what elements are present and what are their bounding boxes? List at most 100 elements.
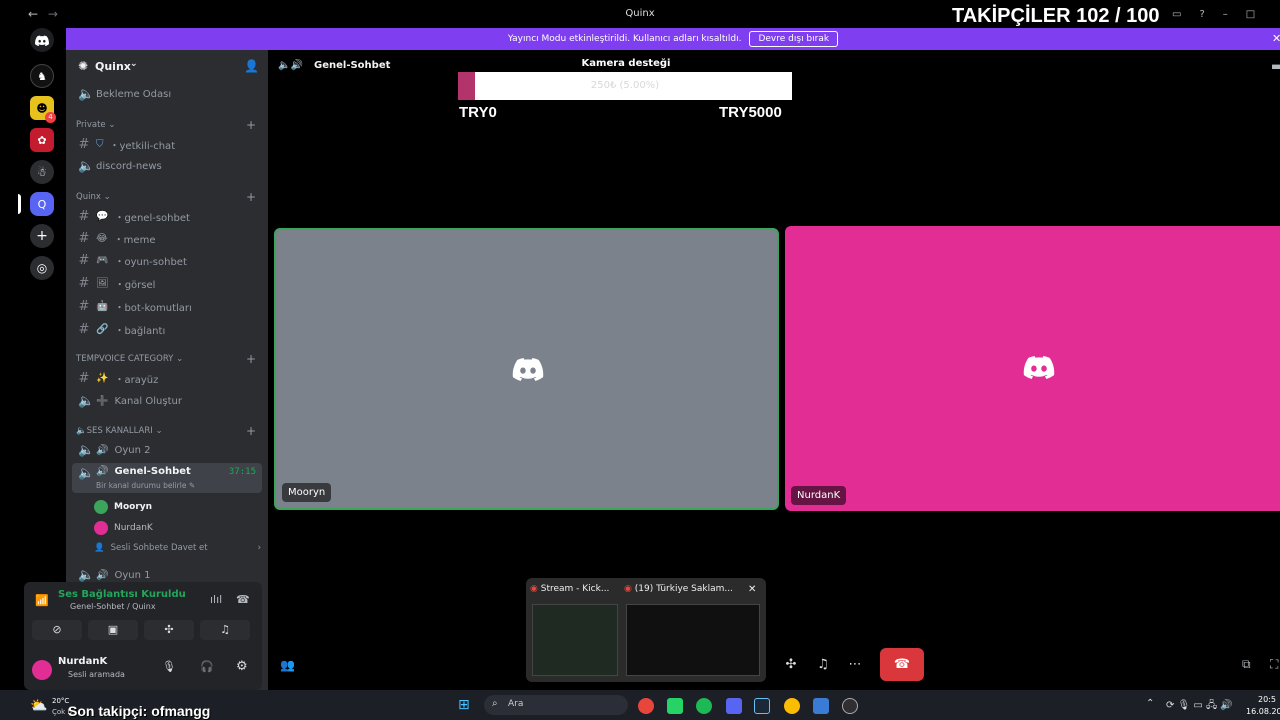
channel-oyun-2[interactable]: 🔈 🔊 Oyun 2 (72, 440, 262, 460)
channel-bot-komutlari[interactable]: # 🤖 ・bot-komutları (72, 296, 262, 316)
preview-tab-stream[interactable]: ◉ Stream - Kick... (530, 584, 622, 594)
channel-meme[interactable]: # 😂 ・meme (72, 228, 262, 248)
disconnect-icon[interactable]: ☎ (236, 593, 250, 606)
add-server-icon[interactable]: + (30, 224, 54, 248)
camera-off-button[interactable]: ⊘ (32, 620, 82, 640)
taskbar-search[interactable]: ⌕ Ara (484, 695, 628, 715)
server-icon-quinx[interactable]: Q (30, 192, 54, 216)
chrome-taskbar-icon-2[interactable] (784, 698, 800, 714)
screen-share-button[interactable]: ▣ (88, 620, 138, 640)
banner-close-icon[interactable]: ✕ (1272, 32, 1280, 45)
add-channel-icon[interactable]: + (246, 352, 256, 366)
microphone-icon[interactable]: 🎙 (162, 660, 176, 673)
noise-suppression-icon[interactable]: ılıl (210, 593, 222, 606)
last-follower-overlay: Son takipçi: ofmangg (68, 703, 211, 719)
server-guild-icon: ✺ (78, 59, 89, 73)
help-icon[interactable]: ? (1199, 9, 1204, 20)
end-call-button[interactable]: ☎ (880, 648, 924, 681)
hash-icon: # (78, 275, 90, 291)
speaker-icon: 🔈 (76, 426, 87, 436)
category-tempvoice[interactable]: TEMPVOICE CATEGORY ⌄ (76, 354, 183, 364)
channel-gorsel[interactable]: # 🖼 ・görsel (72, 273, 262, 293)
soundboard-button[interactable]: ♫ (200, 620, 250, 640)
add-channel-icon[interactable]: + (246, 424, 256, 438)
steam-taskbar-icon[interactable] (754, 698, 770, 714)
server-name: Quinx (95, 60, 131, 73)
donation-progress-bar: 250₺ (5.00%) (458, 72, 792, 100)
category-private[interactable]: Private ⌄ (76, 120, 115, 130)
minimize-icon[interactable]: – (1223, 9, 1228, 20)
channel-label: ・bağlantı (114, 325, 166, 337)
chat-icon[interactable]: ▬ (1271, 59, 1280, 73)
link-icon: 🔗 (96, 323, 109, 335)
discord-taskbar-icon[interactable] (726, 698, 742, 714)
add-channel-icon[interactable]: + (246, 190, 256, 204)
voice-member-nurdank[interactable]: NurdanK (94, 521, 153, 535)
channel-oyun-sohbet[interactable]: # 🎮 ・oyun-sohbet (72, 250, 262, 270)
voice-connection-panel: 📶 Ses Bağlantısı Kuruldu Genel-Sohbet / … (24, 582, 262, 690)
fullscreen-icon[interactable]: ⛶ (1270, 657, 1278, 672)
server-icon-wolf[interactable]: ♞ (30, 64, 54, 88)
close-icon[interactable]: ✕ (748, 584, 756, 595)
spotify-taskbar-icon[interactable] (696, 698, 712, 714)
channel-genel-sohbet[interactable]: # 💬 ・genel-sohbet (72, 206, 262, 226)
chrome-taskbar-icon[interactable] (638, 698, 654, 714)
inbox-icon[interactable]: ▭ (1172, 9, 1181, 20)
maximize-icon[interactable]: □ (1246, 9, 1255, 20)
disable-streamer-mode-button[interactable]: Devre dışı bırak (749, 31, 839, 47)
category-quinx[interactable]: Quinx ⌄ (76, 192, 111, 202)
video-tile-nurdank[interactable]: NurdanK (785, 226, 1280, 511)
explore-servers-icon[interactable]: ◎ (30, 256, 54, 280)
channel-arayuz[interactable]: # ✨ ・arayüz (72, 368, 262, 388)
channel-label: Oyun 2 (114, 444, 151, 456)
invite-people-icon[interactable]: 👤 (244, 59, 259, 73)
category-label: Private (76, 120, 106, 130)
app-taskbar-icon[interactable] (813, 698, 829, 714)
clock-date[interactable]: 16.08.202 (1246, 707, 1280, 716)
speech-bubble-icon: 💬 (96, 210, 109, 222)
preview-thumbnail-turkiye[interactable] (626, 604, 760, 676)
activities-button[interactable]: ✣ (144, 620, 194, 640)
gear-icon[interactable]: ⚙ (236, 659, 248, 674)
pencil-icon: ✎ (188, 481, 196, 490)
clock-time[interactable]: 20:5 (1258, 695, 1276, 704)
sparkles-icon: ✨ (96, 372, 109, 384)
category-label: Quinx (76, 192, 101, 202)
popout-icon[interactable]: ⧉ (1242, 657, 1251, 672)
add-channel-icon[interactable]: + (246, 118, 256, 132)
obs-taskbar-icon[interactable] (842, 698, 858, 714)
discord-logo-icon (512, 358, 544, 381)
discord-home-icon[interactable] (30, 28, 54, 52)
invite-to-voice[interactable]: 👤 Sesli Sohbete Davet et › (94, 543, 261, 553)
avatar (94, 500, 108, 514)
channel-bekleme-odasi[interactable]: 🔈 Bekleme Odası (72, 84, 262, 104)
whatsapp-taskbar-icon[interactable] (667, 698, 683, 714)
channel-status-prompt[interactable]: Bir kanal durumu belirle ✎ (96, 481, 195, 490)
start-icon[interactable]: ⊞ (458, 697, 470, 713)
server-icon-red[interactable]: ✿ (30, 128, 54, 152)
voice-location[interactable]: Genel-Sohbet / Quinx (70, 602, 156, 611)
channel-baglanti[interactable]: # 🔗 ・bağlantı (72, 319, 262, 339)
voice-member-mooryn[interactable]: Mooryn (94, 500, 152, 514)
user-area[interactable]: NurdanK Sesli aramada 🎙 🎧 ⚙ (24, 650, 262, 690)
soundboard-button[interactable]: ♫ (809, 650, 837, 678)
tray-chevron-icon[interactable]: ⌃ (1146, 698, 1154, 709)
headphones-icon[interactable]: 🎧 (200, 660, 214, 673)
tray-icons[interactable]: ⟳ 🎙 ▭ 🖧 🔊 (1166, 698, 1233, 715)
weather-icon[interactable]: ⛅ (30, 698, 47, 714)
channel-genel-sohbet-voice[interactable]: 🔈 🔊 Genel-Sohbet 37:15 Bir kanal durumu … (72, 463, 262, 493)
preview-tab-turkiye[interactable]: ◉ (19) Türkiye Saklam... (624, 584, 744, 594)
category-ses-kanallari[interactable]: 🔈SES KANALLARI ⌄ (76, 426, 163, 436)
channel-kanal-olustur[interactable]: 🔈 ➕ Kanal Oluştur (72, 391, 262, 411)
channel-label: ・genel-sohbet (114, 212, 190, 224)
search-placeholder: Ara (508, 699, 524, 709)
server-header[interactable]: ✺ Quinx ⌄ 👤 (66, 50, 268, 84)
activities-button[interactable]: ✣ (777, 650, 805, 678)
server-icon-wizard[interactable]: ☃ (30, 160, 54, 184)
preview-thumbnail-stream[interactable] (532, 604, 618, 676)
add-people-icon[interactable]: 👥 (280, 658, 295, 672)
video-tile-mooryn[interactable]: Mooryn (274, 228, 779, 510)
channel-yetkili-chat[interactable]: # ⛉ ・yetkili-chat (72, 134, 262, 154)
channel-discord-news[interactable]: 🔈 discord-news (72, 156, 262, 176)
more-options-button[interactable]: ⋯ (841, 650, 869, 678)
